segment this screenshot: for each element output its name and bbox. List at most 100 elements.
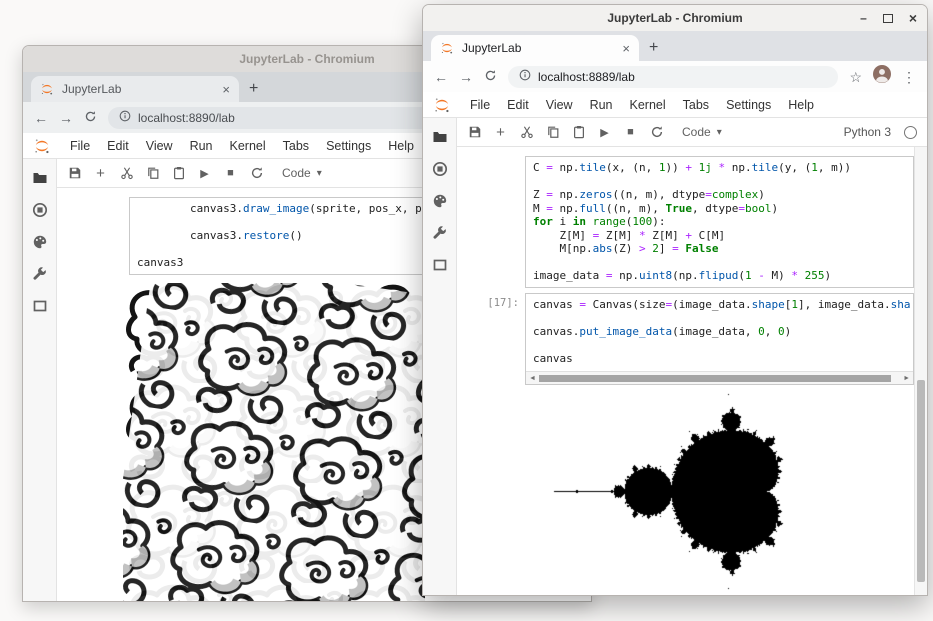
cell-editor[interactable]: C = np.tile(x, (n, 1)) + 1j * np.tile(y,… — [525, 156, 914, 288]
menu-kernel[interactable]: Kernel — [230, 139, 266, 153]
back-icon[interactable]: ← — [34, 111, 48, 125]
jupyter-logo-icon — [33, 137, 51, 155]
tab-title: JupyterLab — [462, 41, 614, 55]
menu-run[interactable]: Run — [190, 139, 213, 153]
menu-tabs[interactable]: Tabs — [683, 98, 709, 112]
back-icon[interactable]: ← — [434, 70, 448, 84]
browser-navbar: ← → localhost:8889/lab ☆ ⋮ — [423, 61, 927, 92]
restart-kernel-icon[interactable] — [649, 125, 664, 140]
vertical-scrollbar[interactable] — [914, 147, 927, 595]
stop-icon[interactable]: ■ — [223, 166, 238, 181]
jupyterlab-sidebar — [23, 159, 57, 601]
paste-icon[interactable] — [571, 125, 586, 140]
titlebar[interactable]: JupyterLab - Chromium – × — [423, 5, 927, 31]
url-text[interactable]: localhost:8890/lab — [138, 111, 235, 125]
forward-icon[interactable]: → — [459, 70, 473, 84]
command-palette-icon[interactable] — [31, 233, 48, 250]
new-tab-icon[interactable]: + — [649, 40, 658, 56]
url-text[interactable]: localhost:8889/lab — [538, 70, 635, 84]
chevron-down-icon: ▾ — [317, 168, 322, 179]
browser-menu-icon[interactable]: ⋮ — [902, 70, 916, 84]
reload-icon[interactable] — [84, 110, 97, 125]
browser-tab[interactable]: JupyterLab × — [31, 76, 239, 102]
kernel-status-icon[interactable] — [904, 126, 917, 139]
cell-prompt — [457, 156, 525, 288]
copy-icon[interactable] — [145, 166, 160, 181]
forward-icon[interactable]: → — [59, 111, 73, 125]
maximize-icon[interactable] — [883, 14, 893, 23]
open-tabs-icon[interactable] — [31, 297, 48, 314]
jupyter-favicon-icon — [440, 41, 454, 55]
menu-edit[interactable]: Edit — [107, 139, 129, 153]
menu-run[interactable]: Run — [590, 98, 613, 112]
paste-icon[interactable] — [171, 166, 186, 181]
menu-view[interactable]: View — [146, 139, 173, 153]
menu-help[interactable]: Help — [388, 139, 414, 153]
tab-strip: JupyterLab × + — [423, 31, 927, 61]
file-browser-icon[interactable] — [31, 169, 48, 186]
run-icon[interactable]: ▶ — [197, 166, 212, 181]
cell-prompt — [57, 197, 129, 275]
bookmark-star-icon[interactable]: ☆ — [849, 70, 862, 84]
save-icon[interactable] — [67, 166, 82, 181]
menu-tabs[interactable]: Tabs — [283, 139, 309, 153]
cell-output — [542, 391, 914, 595]
save-icon[interactable] — [467, 125, 482, 140]
mandelbrot-output-image — [542, 391, 804, 591]
cell-type-dropdown[interactable]: Code ▾ — [275, 164, 329, 182]
menu-settings[interactable]: Settings — [326, 139, 371, 153]
run-icon[interactable]: ▶ — [597, 125, 612, 140]
command-palette-icon[interactable] — [431, 192, 448, 209]
running-sessions-icon[interactable] — [31, 201, 48, 218]
menu-view[interactable]: View — [546, 98, 573, 112]
close-icon[interactable]: × — [909, 10, 917, 26]
minimize-icon[interactable]: – — [860, 11, 867, 25]
add-cell-icon[interactable]: + — [93, 166, 108, 181]
cut-icon[interactable] — [119, 166, 134, 181]
new-tab-icon[interactable]: + — [249, 81, 258, 97]
address-bar[interactable]: localhost:8889/lab — [508, 66, 838, 88]
menu-file[interactable]: File — [70, 139, 90, 153]
scrollbar-thumb[interactable] — [539, 375, 891, 382]
chevron-down-icon: ▾ — [717, 127, 722, 138]
copy-icon[interactable] — [545, 125, 560, 140]
info-icon[interactable] — [519, 69, 531, 84]
notebook-content: C = np.tile(x, (n, 1)) + 1j * np.tile(y,… — [457, 147, 927, 595]
code-cell[interactable]: [17]: canvas = Canvas(size=(image_data.s… — [457, 293, 914, 386]
info-icon[interactable] — [119, 110, 131, 125]
add-cell-icon[interactable]: + — [493, 125, 508, 140]
scroll-right-icon[interactable]: ► — [903, 375, 910, 382]
menu-file[interactable]: File — [470, 98, 490, 112]
jupyterlab-sidebar — [423, 118, 457, 595]
profile-avatar[interactable] — [873, 65, 891, 88]
menu-edit[interactable]: Edit — [507, 98, 529, 112]
notebook-toolbar: + ▶ ■ Code ▾ Python 3 — [457, 118, 927, 147]
cell-editor[interactable]: canvas = Canvas(size=(image_data.shape[1… — [525, 293, 914, 386]
cell-type-dropdown[interactable]: Code ▾ — [675, 123, 729, 141]
desktop: JupyterLab - Chromium JupyterLab × + ← →… — [0, 0, 933, 621]
property-inspector-icon[interactable] — [31, 265, 48, 282]
cut-icon[interactable] — [519, 125, 534, 140]
stop-icon[interactable]: ■ — [623, 125, 638, 140]
code-cell[interactable]: C = np.tile(x, (n, 1)) + 1j * np.tile(y,… — [457, 156, 914, 288]
tab-close-icon[interactable]: × — [622, 41, 630, 56]
cell-prompt: [17]: — [457, 293, 525, 386]
cell-type-value: Code — [682, 125, 711, 139]
menu-help[interactable]: Help — [788, 98, 814, 112]
browser-tab[interactable]: JupyterLab × — [431, 35, 639, 61]
tab-close-icon[interactable]: × — [222, 82, 230, 97]
open-tabs-icon[interactable] — [431, 256, 448, 273]
doodle-output-image — [123, 283, 425, 602]
file-browser-icon[interactable] — [431, 128, 448, 145]
jupyter-logo-icon — [433, 96, 451, 114]
scrollbar-thumb[interactable] — [917, 380, 925, 582]
scroll-left-icon[interactable]: ◄ — [529, 375, 536, 382]
kernel-name[interactable]: Python 3 — [844, 125, 891, 139]
reload-icon[interactable] — [484, 69, 497, 84]
menu-settings[interactable]: Settings — [726, 98, 771, 112]
horizontal-scrollbar[interactable]: ◄ ► — [526, 371, 913, 384]
property-inspector-icon[interactable] — [431, 224, 448, 241]
menu-kernel[interactable]: Kernel — [630, 98, 666, 112]
running-sessions-icon[interactable] — [431, 160, 448, 177]
restart-kernel-icon[interactable] — [249, 166, 264, 181]
